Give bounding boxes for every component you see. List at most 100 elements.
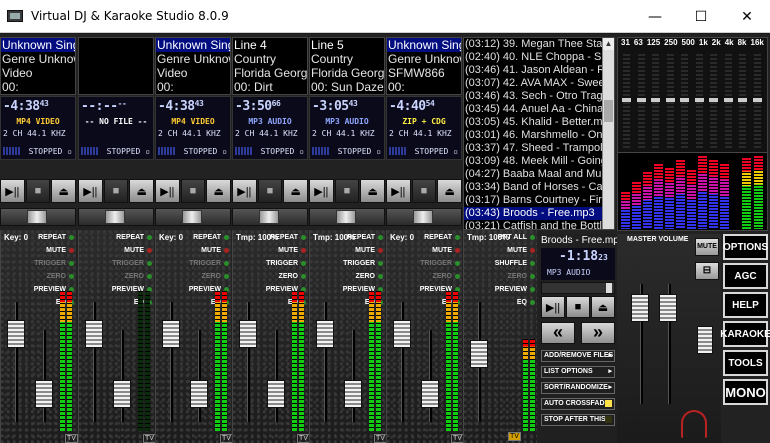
eq-band-knob[interactable]	[636, 98, 646, 102]
player-seek-bar[interactable]	[541, 282, 615, 294]
tv-label[interactable]: TV	[374, 434, 387, 443]
eq-band-knob[interactable]	[723, 98, 733, 102]
pitch-slider[interactable]	[267, 380, 285, 408]
deck-info[interactable]: Line 5 Country Florida Georgia 00: Sun D…	[309, 37, 385, 95]
deck-seek-knob[interactable]	[27, 210, 47, 224]
tv-label[interactable]: TV	[143, 434, 156, 443]
eq-band-slider[interactable]	[723, 54, 733, 149]
deck-seek-knob[interactable]	[336, 210, 356, 224]
maximize-button[interactable]: ☐	[678, 0, 724, 33]
play-pause-icon[interactable]: ▶︎||	[78, 179, 103, 203]
stop-icon[interactable]: ■	[411, 179, 437, 203]
option-zero[interactable]: ZERO	[202, 273, 221, 280]
option-mute[interactable]: MUTE	[201, 247, 221, 254]
playlist-item[interactable]: (03:07) 42. AVA MAX - Sweet But Psycho	[464, 77, 614, 90]
stop-icon[interactable]: ■	[334, 179, 360, 203]
deck-info[interactable]: Line 4 Country Florida Georgia 00: Dirt	[232, 37, 308, 95]
player-menu-item[interactable]: STOP AFTER THIS	[541, 414, 615, 426]
split-output-icon[interactable]: ⊟	[695, 262, 719, 280]
play-pause-icon[interactable]: ▶︎||	[155, 179, 180, 203]
volume-slider[interactable]	[393, 320, 411, 348]
playlist-item[interactable]: (03:05) 45. Khalid - Better.mp3	[464, 116, 614, 129]
playlist-item[interactable]: (03:09) 48. Meek Mill - Going Bad	[464, 155, 614, 168]
playlist-option[interactable]: MUTE	[507, 247, 527, 254]
scroll-thumb[interactable]	[604, 100, 613, 122]
player-menu-item[interactable]: ADD/REMOVE FILES	[541, 350, 615, 362]
option-zero[interactable]: ZERO	[356, 273, 375, 280]
deck-seek-bar[interactable]	[309, 208, 385, 226]
play-pause-icon[interactable]: ▶︎||	[386, 179, 411, 203]
player-menu-item[interactable]: SORT/RANDOMIZE	[541, 382, 615, 394]
playlist-item[interactable]: (03:21) Catfish and the Bottlemen	[464, 220, 614, 229]
agc-button[interactable]: AGC	[723, 263, 768, 289]
eject-icon[interactable]: ⏏	[206, 179, 232, 203]
stop-icon[interactable]: ■	[25, 179, 51, 203]
eject-icon[interactable]: ⏏	[437, 179, 463, 203]
option-trigger[interactable]: TRIGGER	[34, 260, 66, 267]
eq-band-knob[interactable]	[709, 98, 718, 102]
mono-button[interactable]: MONO	[723, 379, 768, 405]
playlist-item[interactable]: (03:17) Barns Courtney - Fire.mp3	[464, 194, 614, 207]
pitch-slider[interactable]	[113, 380, 131, 408]
eq-band-slider[interactable]	[694, 54, 704, 149]
option-mute[interactable]: MUTE	[46, 247, 66, 254]
volume-slider[interactable]	[85, 320, 103, 348]
option-trigger[interactable]: TRIGGER	[189, 260, 221, 267]
eject-icon[interactable]: ⏏	[129, 179, 155, 203]
tv-label[interactable]: TV	[220, 434, 233, 443]
tools-button[interactable]: TOOLS	[723, 350, 768, 376]
playlist-item[interactable]: (03:46) 41. Jason Aldean - Rearview Town	[464, 64, 614, 77]
playlist-scrollbar[interactable]: ▲	[602, 38, 614, 229]
play-pause-icon[interactable]: ▶︎||	[0, 179, 25, 203]
help-button[interactable]: HELP	[723, 292, 768, 318]
close-button[interactable]: ✕	[724, 0, 770, 33]
playlist-option[interactable]: RPT ALL	[498, 234, 527, 241]
eq-band-slider[interactable]	[636, 54, 646, 149]
pitch-slider[interactable]	[344, 380, 362, 408]
deck-seek-knob[interactable]	[105, 210, 125, 224]
playlist-item[interactable]: (04:27) Baaba Maal and Mumford	[464, 168, 614, 181]
playlist-item[interactable]: (03:46) 43. Sech - Otro Trago.mp3	[464, 90, 614, 103]
deck-seek-bar[interactable]	[155, 208, 231, 226]
stop-icon[interactable]: ■	[103, 179, 129, 203]
deck-info[interactable]: Unknown Singe Genre Unknown Video 00:	[0, 37, 76, 95]
option-mute[interactable]: MUTE	[124, 247, 144, 254]
playlist[interactable]: (03:12) 39. Megan Thee Stallion - Savage…	[463, 37, 615, 230]
option-repeat[interactable]: REPEAT	[424, 234, 452, 241]
playlist-option[interactable]: SHUFFLE	[495, 260, 527, 267]
playlist-item[interactable]: (02:40) 40. NLE Choppa - Shotta Flow	[464, 51, 614, 64]
eq-band-knob[interactable]	[738, 98, 747, 102]
pitch-slider[interactable]	[421, 380, 439, 408]
pitch-slider[interactable]	[35, 380, 53, 408]
stop-icon[interactable]: ■	[566, 296, 590, 318]
playlist-option[interactable]: ZERO	[508, 273, 527, 280]
deck-seek-bar[interactable]	[232, 208, 308, 226]
deck-seek-bar[interactable]	[386, 208, 462, 226]
option-zero[interactable]: ZERO	[433, 273, 452, 280]
eq-band-knob[interactable]	[665, 98, 675, 102]
scroll-up-icon[interactable]: ▲	[603, 38, 614, 50]
mute-button[interactable]: MUTE	[695, 238, 719, 256]
playlist-item[interactable]: (03:37) 47. Sheed - Trampoline.mp3	[464, 142, 614, 155]
deck-info[interactable]: Unknown Singe Genre Unknown SFMW866 00:	[386, 37, 462, 95]
volume-slider[interactable]	[7, 320, 25, 348]
karaoke-button[interactable]: KARAOKE	[720, 321, 770, 347]
tv-label[interactable]: TV	[297, 434, 310, 443]
minimize-button[interactable]: —	[632, 0, 678, 33]
playlist-item[interactable]: (03:45) 44. Anuel Aa - China (feat.	[464, 103, 614, 116]
option-trigger[interactable]: TRIGGER	[112, 260, 144, 267]
option-trigger[interactable]: TRIGGER	[420, 260, 452, 267]
eq-band-slider[interactable]	[665, 54, 675, 149]
option-repeat[interactable]: REPEAT	[347, 234, 375, 241]
playlist-item[interactable]: (03:01) 46. Marshmello - One Thing	[464, 129, 614, 142]
pitch-slider[interactable]	[190, 380, 208, 408]
playlist-volume-slider[interactable]	[470, 340, 488, 368]
deck-seek-bar[interactable]	[78, 208, 154, 226]
eq-band-slider[interactable]	[680, 54, 689, 149]
eq-band-slider[interactable]	[752, 54, 762, 149]
next-track-button[interactable]: »	[581, 322, 615, 344]
play-pause-icon[interactable]: ▶︎||	[541, 296, 565, 318]
deck-seek-knob[interactable]	[259, 210, 279, 224]
playlist-item[interactable]: (03:34) Band of Horses - Casual Party	[464, 181, 614, 194]
option-repeat[interactable]: REPEAT	[270, 234, 298, 241]
